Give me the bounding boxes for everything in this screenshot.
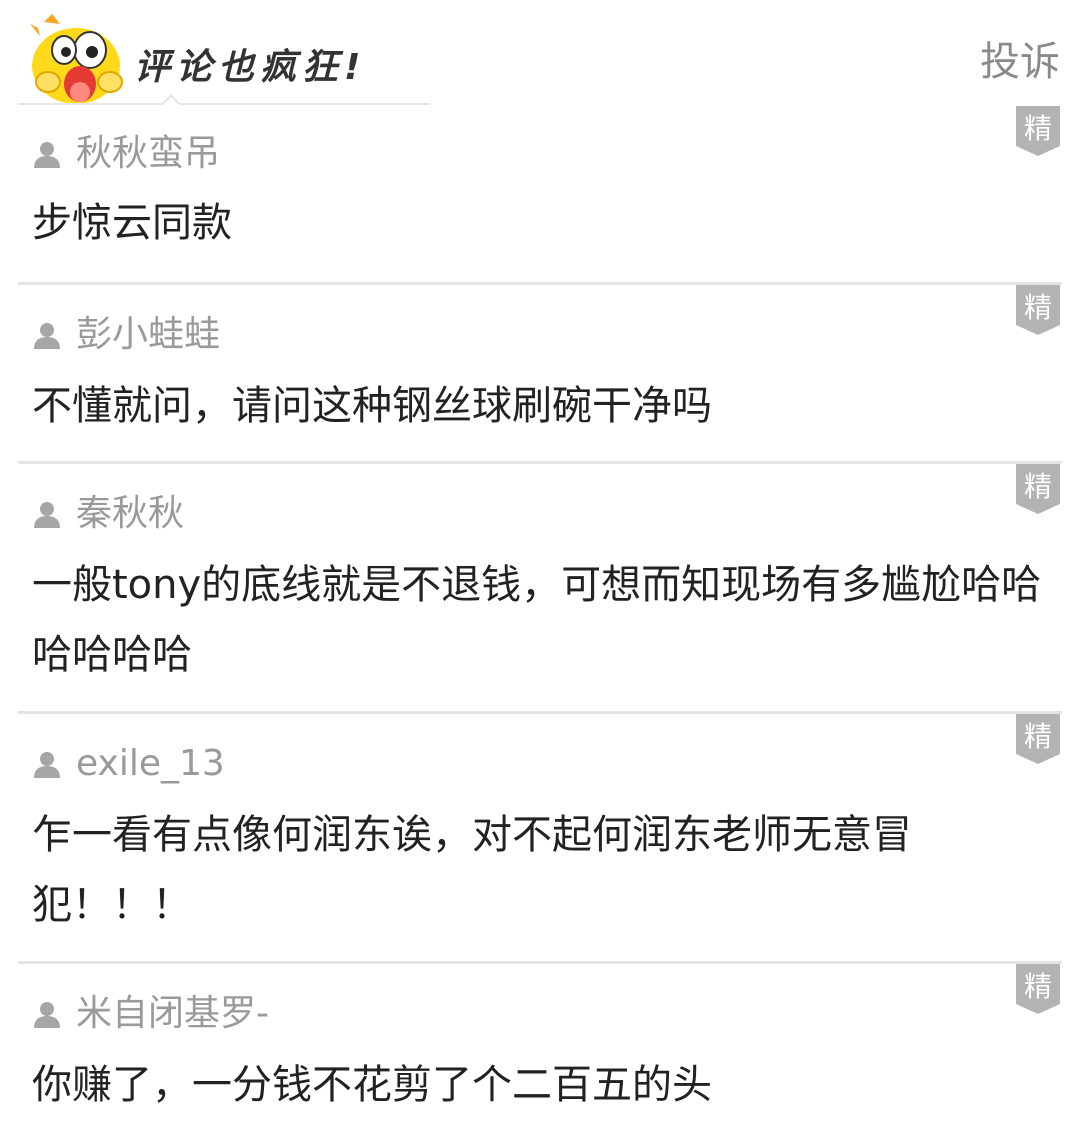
featured-badge-icon: 精	[1016, 464, 1060, 514]
badge-label: 精	[1024, 970, 1052, 1003]
header-title: 评论也疯狂!	[134, 47, 367, 88]
yellow-chick-mascot-icon	[30, 14, 123, 104]
badge-label: 精	[1024, 112, 1052, 145]
user-icon	[34, 323, 60, 349]
user-icon	[34, 502, 60, 528]
comment-item: 精 exile_13 乍一看有点像何润东诶，对不起何润东老师无意冒犯！！！	[18, 711, 1062, 961]
username[interactable]: 秦秋秋	[76, 492, 184, 536]
comment-text: 一般tony的底线就是不退钱，可想而知现场有多尴尬哈哈哈哈哈哈	[32, 562, 1042, 678]
comment-item: 精 秋秋蛮吊 步惊云同款	[18, 106, 1062, 282]
username[interactable]: 秋秋蛮吊	[76, 132, 220, 176]
comment-text: 你赚了，一分钱不花剪了个二百五的头	[32, 1062, 712, 1108]
username[interactable]: 彭小蛙蛙	[76, 313, 220, 357]
report-button[interactable]: 投诉	[980, 36, 1060, 88]
featured-badge-icon: 精	[1016, 714, 1060, 764]
comments-header: 评论也疯狂! 投诉	[0, 0, 1080, 114]
user-row: 秦秋秋	[32, 492, 184, 536]
badge-label: 精	[1024, 720, 1052, 753]
featured-badge-icon: 精	[1016, 964, 1060, 1014]
user-icon	[34, 1002, 60, 1028]
badge-label: 精	[1024, 291, 1052, 324]
comment-text: 乍一看有点像何润东诶，对不起何润东老师无意冒犯！！！	[32, 812, 912, 928]
user-icon	[34, 142, 60, 168]
username[interactable]: exile_13	[76, 742, 225, 786]
comment-text: 步惊云同款	[32, 200, 232, 246]
featured-badge-icon: 精	[1016, 106, 1060, 156]
user-row: 秋秋蛮吊	[32, 132, 220, 176]
comment-text: 不懂就问，请问这种钢丝球刷碗干净吗	[32, 383, 712, 429]
comment-list: 精 秋秋蛮吊 步惊云同款 精 彭小蛙蛙 不懂就问，请问这种钢丝球刷碗干净吗 精 …	[0, 106, 1080, 1124]
comment-item: 精 米自闭基罗- 你赚了，一分钱不花剪了个二百五的头	[18, 961, 1062, 1124]
username[interactable]: 米自闭基罗-	[76, 992, 269, 1036]
header-divider	[18, 103, 430, 105]
badge-label: 精	[1024, 470, 1052, 503]
user-row: exile_13	[32, 742, 225, 786]
user-icon	[34, 752, 60, 778]
featured-badge-icon: 精	[1016, 285, 1060, 335]
comment-item: 精 秦秋秋 一般tony的底线就是不退钱，可想而知现场有多尴尬哈哈哈哈哈哈	[18, 461, 1062, 711]
user-row: 彭小蛙蛙	[32, 313, 220, 357]
comment-item: 精 彭小蛙蛙 不懂就问，请问这种钢丝球刷碗干净吗	[18, 282, 1062, 461]
user-row: 米自闭基罗-	[32, 992, 269, 1036]
